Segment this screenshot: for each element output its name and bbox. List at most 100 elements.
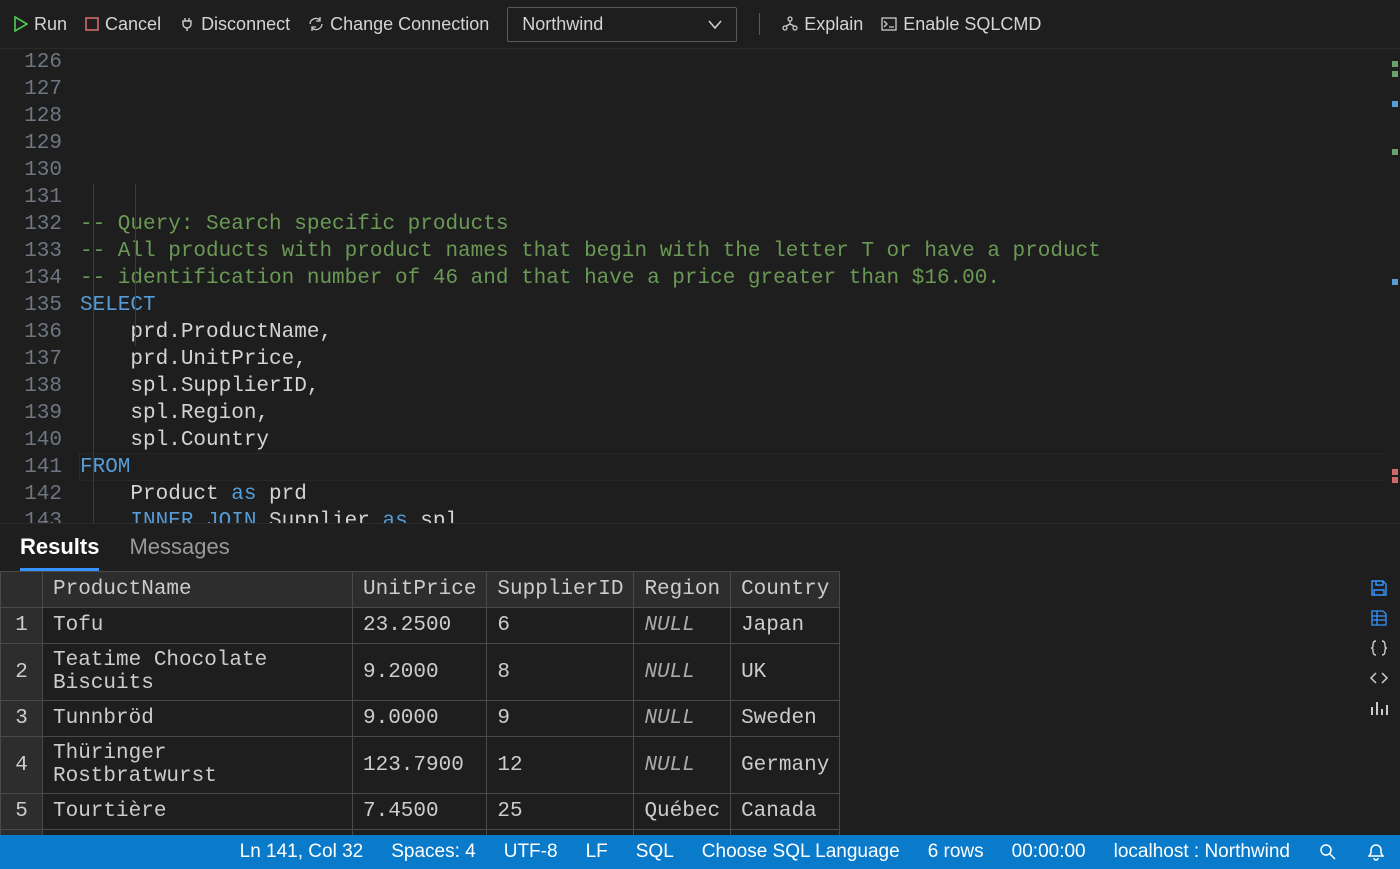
disconnect-button[interactable]: Disconnect (179, 14, 290, 35)
code-area[interactable]: -- Query: Search specific products-- All… (80, 49, 1400, 523)
cancel-label: Cancel (105, 14, 161, 35)
column-header[interactable]: Region (634, 572, 731, 608)
line-number: 128 (0, 103, 62, 130)
table-row[interactable]: 4Thüringer Rostbratwurst123.790012NULLGe… (1, 737, 840, 794)
code-line[interactable]: -- All products with product names that … (80, 238, 1400, 265)
row-number: 3 (1, 701, 43, 737)
code-line[interactable]: INNER JOIN Supplier as spl (80, 508, 1400, 523)
table-row[interactable]: 2Teatime Chocolate Biscuits9.20008NULLUK (1, 644, 840, 701)
tab-results[interactable]: Results (20, 534, 99, 571)
bell-icon[interactable] (1366, 842, 1386, 862)
results-grid[interactable]: ProductNameUnitPriceSupplierIDRegionCoun… (0, 571, 840, 866)
feedback-icon[interactable] (1318, 842, 1338, 862)
cell[interactable]: 9.0000 (353, 701, 487, 737)
line-number: 131 (0, 184, 62, 211)
cell[interactable]: NULL (634, 701, 731, 737)
cell[interactable]: 23.2500 (353, 608, 487, 644)
panel-tabs: Results Messages (0, 524, 1400, 571)
code-line[interactable]: -- identification number of 46 and that … (80, 265, 1400, 292)
cell[interactable]: Canada (731, 794, 840, 830)
code-line[interactable] (80, 184, 1400, 211)
stop-icon (85, 17, 99, 31)
table-row[interactable]: 1Tofu23.25006NULLJapan (1, 608, 840, 644)
tree-icon (782, 16, 798, 32)
column-header[interactable]: Country (731, 572, 840, 608)
chart-icon[interactable] (1368, 697, 1390, 719)
code-line[interactable]: prd.ProductName, (80, 319, 1400, 346)
cell[interactable]: Tofu (43, 608, 353, 644)
enable-sqlcmd-button[interactable]: Enable SQLCMD (881, 14, 1041, 35)
run-button[interactable]: Run (14, 14, 67, 35)
cell[interactable]: Teatime Chocolate Biscuits (43, 644, 353, 701)
status-encoding[interactable]: UTF-8 (504, 841, 558, 863)
cell[interactable]: 7.4500 (353, 794, 487, 830)
code-line[interactable]: Product as prd (80, 481, 1400, 508)
save-xml-icon[interactable] (1368, 667, 1390, 689)
code-line[interactable]: -- Query: Search specific products (80, 211, 1400, 238)
cell[interactable]: 9 (487, 701, 634, 737)
cell[interactable]: 25 (487, 794, 634, 830)
minimap[interactable] (1382, 49, 1400, 523)
status-choose-lang[interactable]: Choose SQL Language (702, 841, 900, 863)
cell[interactable]: Thüringer Rostbratwurst (43, 737, 353, 794)
status-eol[interactable]: LF (586, 841, 608, 863)
results-panel: Results Messages ProductNameUnitPriceSup… (0, 523, 1400, 866)
code-line[interactable]: spl.Region, (80, 400, 1400, 427)
cell[interactable]: 6 (487, 608, 634, 644)
cell[interactable]: Germany (731, 737, 840, 794)
code-line[interactable]: spl.Country (80, 427, 1400, 454)
line-number: 133 (0, 238, 62, 265)
change-connection-label: Change Connection (330, 14, 489, 35)
cell[interactable]: Tourtière (43, 794, 353, 830)
disconnect-label: Disconnect (201, 14, 290, 35)
line-number: 139 (0, 400, 62, 427)
cell[interactable]: NULL (634, 608, 731, 644)
cell[interactable]: Japan (731, 608, 840, 644)
status-connection[interactable]: localhost : Northwind (1114, 841, 1290, 863)
explain-label: Explain (804, 14, 863, 35)
code-line[interactable]: prd.UnitPrice, (80, 346, 1400, 373)
line-number: 141 (0, 454, 62, 481)
save-json-icon[interactable] (1368, 637, 1390, 659)
save-csv-icon[interactable] (1368, 577, 1390, 599)
save-excel-icon[interactable] (1368, 607, 1390, 629)
cell[interactable]: UK (731, 644, 840, 701)
code-line[interactable]: FROM (80, 454, 1400, 481)
cell[interactable]: 123.7900 (353, 737, 487, 794)
column-header[interactable]: UnitPrice (353, 572, 487, 608)
explain-button[interactable]: Explain (782, 14, 863, 35)
table-row[interactable]: 3Tunnbröd9.00009NULLSweden (1, 701, 840, 737)
cancel-button[interactable]: Cancel (85, 14, 161, 35)
status-lang[interactable]: SQL (636, 841, 674, 863)
column-header[interactable]: ProductName (43, 572, 353, 608)
database-select[interactable]: Northwind (507, 7, 737, 42)
column-header[interactable]: SupplierID (487, 572, 634, 608)
status-time[interactable]: 00:00:00 (1012, 841, 1086, 863)
line-number: 130 (0, 157, 62, 184)
tab-messages[interactable]: Messages (129, 534, 229, 571)
cell[interactable]: 9.2000 (353, 644, 487, 701)
cell[interactable]: 8 (487, 644, 634, 701)
cell[interactable]: NULL (634, 737, 731, 794)
cell[interactable]: Sweden (731, 701, 840, 737)
toolbar-separator (759, 13, 760, 35)
sql-editor[interactable]: 1261271281291301311321331341351361371381… (0, 49, 1400, 523)
line-number: 140 (0, 427, 62, 454)
cell[interactable]: Québec (634, 794, 731, 830)
row-number: 4 (1, 737, 43, 794)
line-number: 132 (0, 211, 62, 238)
code-line[interactable]: spl.SupplierID, (80, 373, 1400, 400)
cell[interactable]: NULL (634, 644, 731, 701)
status-bar: Ln 141, Col 32 Spaces: 4 UTF-8 LF SQL Ch… (0, 835, 1400, 869)
table-row[interactable]: 5Tourtière7.450025QuébecCanada (1, 794, 840, 830)
row-number-header (1, 572, 43, 608)
status-spaces[interactable]: Spaces: 4 (391, 841, 476, 863)
code-line[interactable]: SELECT (80, 292, 1400, 319)
line-number: 126 (0, 49, 62, 76)
line-number: 143 (0, 508, 62, 523)
cell[interactable]: Tunnbröd (43, 701, 353, 737)
cell[interactable]: 12 (487, 737, 634, 794)
status-rowcount[interactable]: 6 rows (928, 841, 984, 863)
change-connection-button[interactable]: Change Connection (308, 14, 489, 35)
status-cursor[interactable]: Ln 141, Col 32 (240, 841, 364, 863)
